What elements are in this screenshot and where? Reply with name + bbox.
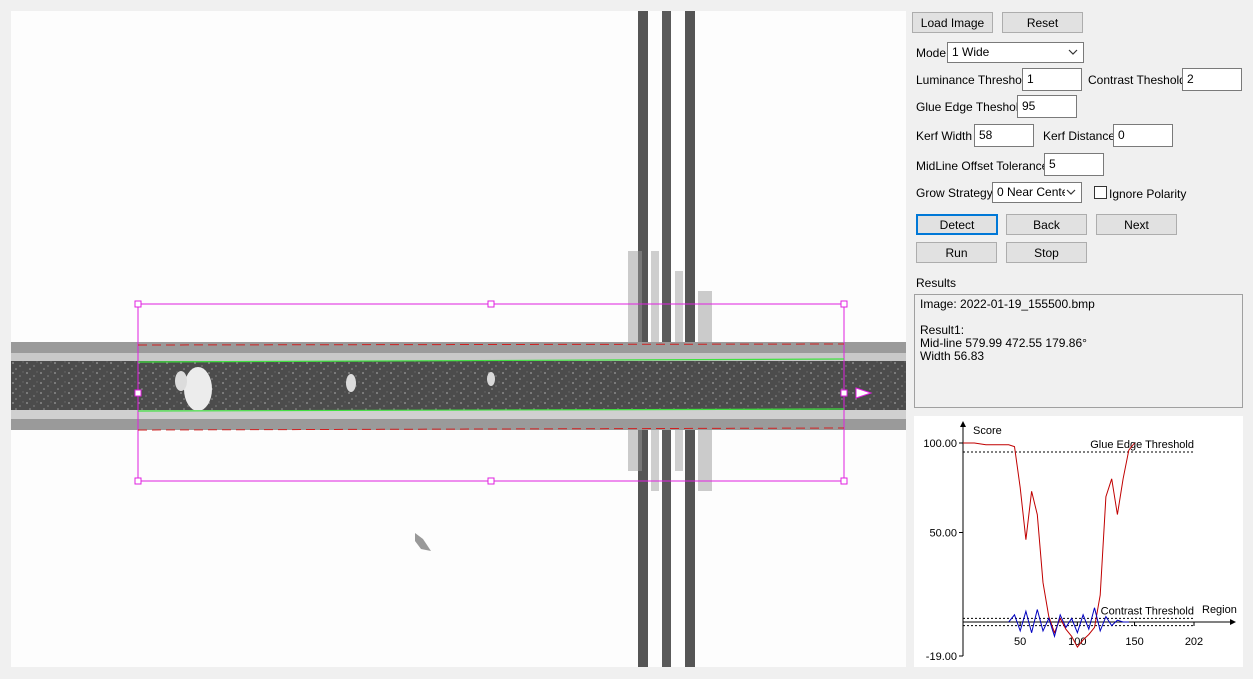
- kerf-width-label: Kerf Width: [916, 129, 973, 143]
- chart-y-tick-label: 100.00: [923, 438, 957, 450]
- midline-offset-tolerance-input[interactable]: 5: [1044, 153, 1104, 176]
- chart-y-tick-label: -19.00: [926, 651, 957, 663]
- mode-select[interactable]: 1 Wide: [947, 42, 1084, 63]
- threshold-label: Glue Edge Threshold: [1090, 439, 1194, 451]
- grow-strategy-value: 0 Near Center: [997, 185, 1073, 199]
- results-line: [920, 311, 1237, 324]
- image-viewer[interactable]: [11, 11, 906, 667]
- mode-select-value: 1 Wide: [952, 45, 990, 59]
- horizontal-kerf: [11, 361, 906, 410]
- score-chart-svg: ScoreRegion100.0050.00-19.0050 100 150 202G…: [923, 421, 1237, 663]
- kerf-distance-label: Kerf Distance: [1043, 129, 1116, 143]
- vertical-kerf-3: [685, 11, 695, 667]
- kerf-width-input[interactable]: 58: [974, 124, 1034, 147]
- chart-y-tick-label: 50.00: [929, 527, 957, 539]
- ignore-polarity-label: Ignore Polarity: [1109, 187, 1187, 201]
- chart-x-tick-label: 150: [1125, 636, 1143, 648]
- contrast-threshold-label: Contrast Theshold: [1088, 73, 1186, 87]
- score-chart: Score Region 100.00 50.00 -19.00 50 100 150 202 G…: [914, 416, 1243, 667]
- debris-blob: [415, 533, 431, 551]
- threshold-label: Contrast Threshold: [1101, 605, 1194, 617]
- chevron-down-icon: [1068, 49, 1078, 55]
- contrast-threshold-input[interactable]: 2: [1182, 68, 1242, 91]
- y-axis-arrow-icon: [960, 421, 966, 427]
- glue-edge-threshold-input[interactable]: 95: [1017, 95, 1077, 118]
- chevron-down-icon: [1065, 186, 1077, 198]
- results-title: Results: [916, 276, 957, 290]
- inspection-image: [11, 11, 906, 667]
- midline-offset-tolerance-label: MidLine Offset Tolerance: [916, 159, 1049, 173]
- detect-button[interactable]: Detect: [916, 214, 998, 235]
- results-line: Image: 2022-01-19_155500.bmp: [920, 297, 1095, 311]
- back-button[interactable]: Back: [1006, 214, 1087, 235]
- reset-button[interactable]: Reset: [1002, 12, 1083, 33]
- run-button[interactable]: Run: [916, 242, 997, 263]
- grow-strategy-label: Grow Strategy: [916, 186, 993, 200]
- luminance-threshold-input[interactable]: 1: [1022, 68, 1082, 91]
- stop-button[interactable]: Stop: [1006, 242, 1087, 263]
- x-axis-arrow-icon: [1230, 618, 1236, 625]
- glue-edge-threshold-label: Glue Edge Theshold: [916, 100, 1026, 114]
- mode-label: Mode: [916, 46, 947, 60]
- chart-y-label: Score: [973, 425, 1002, 437]
- luminance-threshold-label: Luminance Threshold: [916, 73, 1032, 87]
- kerf-distance-input[interactable]: 0: [1113, 124, 1173, 147]
- chart-x-tick-label: 202: [1185, 636, 1203, 648]
- vertical-kerf-2: [662, 11, 671, 667]
- chart-x-label: Region: [1202, 604, 1237, 616]
- results-box[interactable]: Image: 2022-01-19_155500.bmp Result1: Mi…: [914, 294, 1243, 408]
- grow-strategy-select[interactable]: 0 Near Center: [992, 182, 1082, 203]
- next-button[interactable]: Next: [1096, 214, 1177, 235]
- results-line: Width 56.83: [920, 349, 985, 363]
- ignore-polarity-checkbox[interactable]: [1094, 186, 1107, 199]
- load-image-button[interactable]: Load Image: [912, 12, 993, 33]
- chart-x-tick-label: 50: [1014, 636, 1026, 648]
